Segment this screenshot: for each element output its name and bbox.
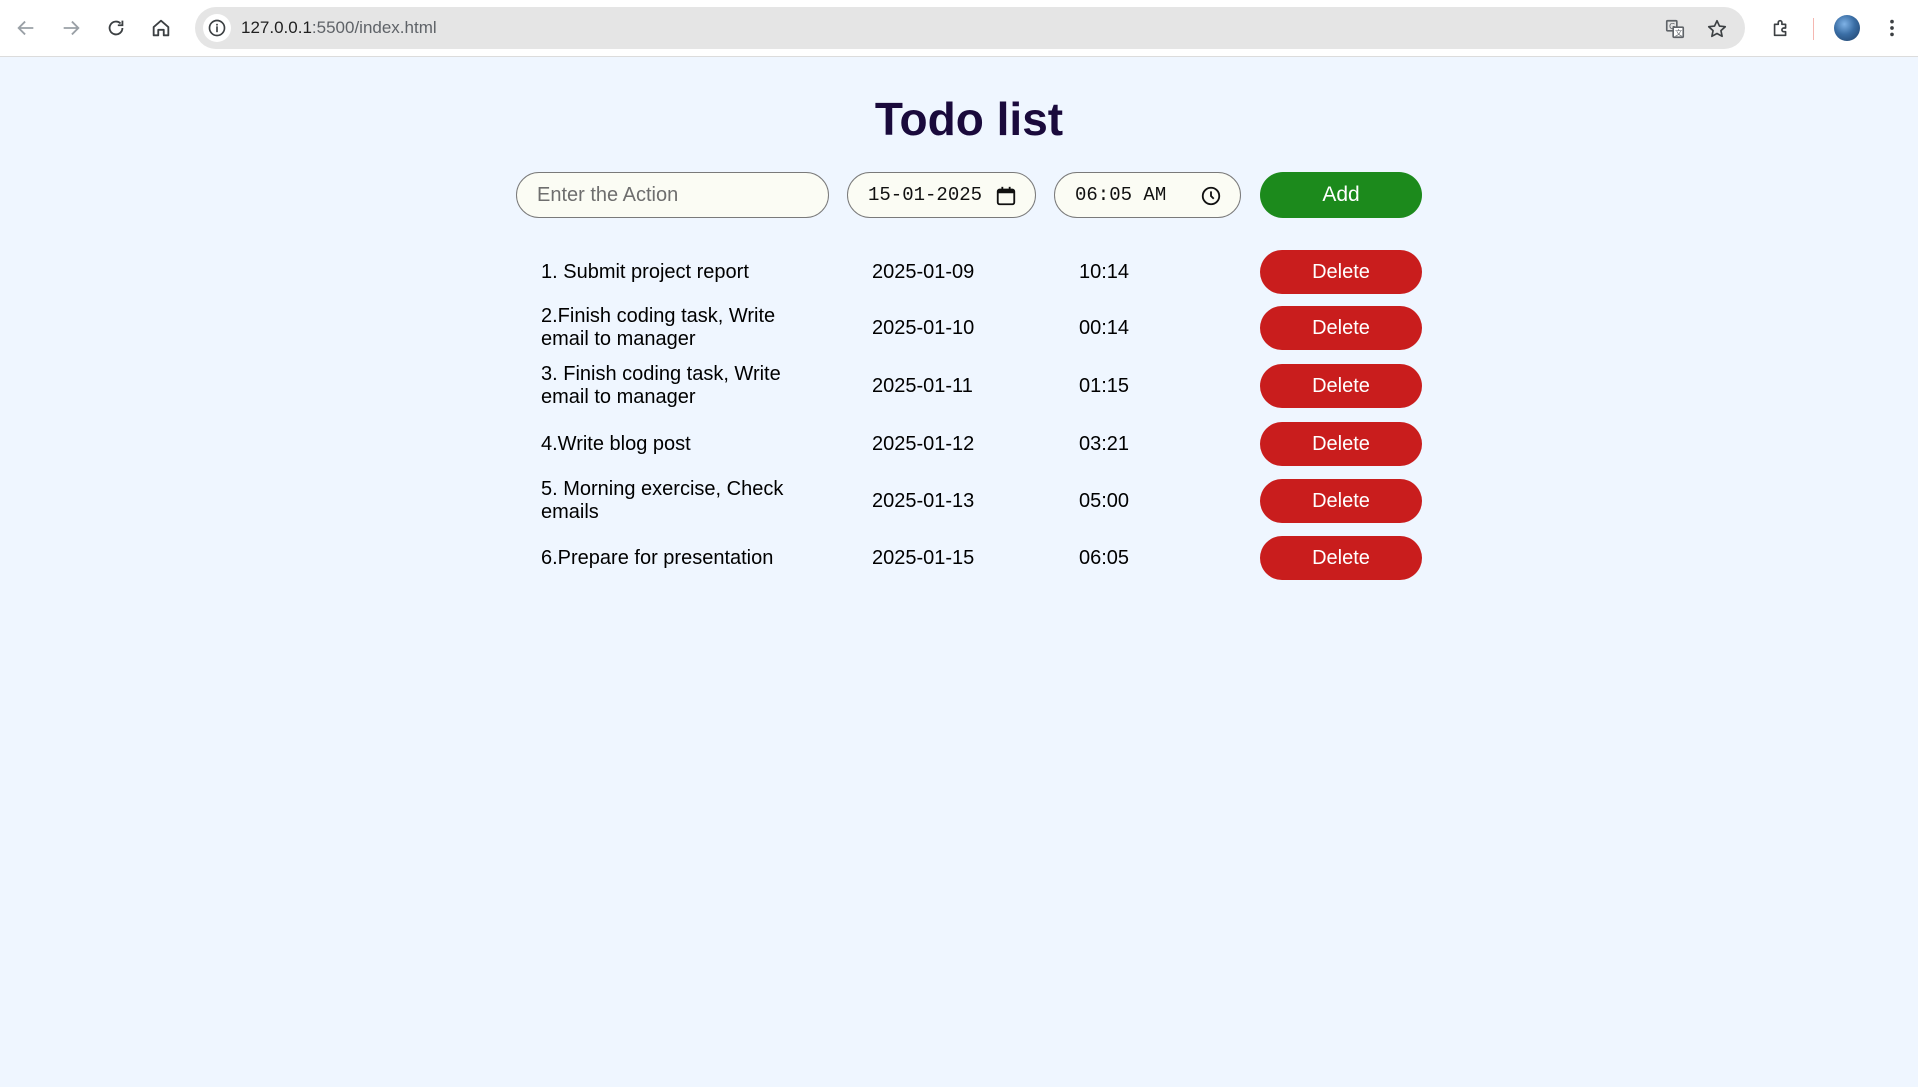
clock-icon[interactable] (1200, 185, 1222, 207)
delete-button[interactable]: Delete (1260, 250, 1422, 294)
star-icon[interactable] (1704, 16, 1730, 42)
todo-task-text: 2.Finish coding task, Write email to man… (541, 305, 776, 350)
home-icon[interactable] (145, 12, 177, 44)
address-bar[interactable]: 127.0.0.1:5500/index.html G文 (195, 7, 1745, 49)
todo-date: 2025-01-10 (872, 317, 975, 339)
todo-date: 2025-01-12 (872, 433, 975, 455)
browser-toolbar: 127.0.0.1:5500/index.html G文 (0, 0, 1918, 57)
todo-task-text: 4.Write blog post (541, 433, 691, 455)
url-path: :5500/index.html (311, 18, 437, 37)
todo-time: 06:05 (1079, 547, 1130, 569)
todo-row: 1. Submit project report 2025-01-09 10:14 D… (541, 250, 1423, 296)
date-input-value: 15-01-2025 (868, 184, 983, 206)
time-input[interactable]: 06:05 AM (1054, 172, 1241, 218)
todo-row: 3. Finish coding task, Write email to ma… (541, 363, 1423, 410)
back-arrow-icon[interactable] (10, 12, 42, 44)
calendar-icon[interactable] (995, 185, 1017, 207)
todo-date: 2025-01-09 (872, 261, 975, 283)
puzzle-icon[interactable] (1765, 12, 1797, 44)
delete-button[interactable]: Delete (1260, 364, 1422, 408)
task-input[interactable]: Enter the Action (516, 172, 829, 218)
time-input-value: 06:05 AM (1075, 184, 1167, 206)
todo-task-text: 1. Submit project report (541, 261, 749, 283)
date-input[interactable]: 15-01-2025 (847, 172, 1036, 218)
svg-text:文: 文 (1675, 28, 1683, 37)
todo-date: 2025-01-13 (872, 490, 975, 512)
info-icon[interactable] (203, 14, 231, 42)
delete-button[interactable]: Delete (1260, 479, 1422, 523)
todo-time: 00:14 (1079, 317, 1130, 339)
add-button[interactable]: Add (1260, 172, 1422, 218)
todo-time: 05:00 (1079, 490, 1130, 512)
todo-time: 03:21 (1079, 433, 1130, 455)
todo-row: 2.Finish coding task, Write email to man… (541, 305, 1423, 352)
url-text: 127.0.0.1:5500/index.html (241, 18, 437, 38)
todo-row: 6.Prepare for presentation 2025-01-15 06:0… (541, 536, 1423, 582)
todo-task-text: 5. Morning exercise, Check emails (541, 478, 784, 523)
delete-button[interactable]: Delete (1260, 536, 1422, 580)
todo-time: 10:14 (1079, 261, 1130, 283)
todo-date: 2025-01-15 (872, 547, 975, 569)
todo-row: 5. Morning exercise, Check emails 2025-01… (541, 478, 1423, 525)
task-input-placeholder: Enter the Action (537, 183, 679, 206)
delete-button[interactable]: Delete (1260, 422, 1422, 466)
url-host: 127.0.0.1 (241, 18, 312, 37)
page-title: Todo list (874, 93, 1064, 145)
todo-time: 01:15 (1079, 375, 1130, 397)
todo-task-text: 3. Finish coding task, Write email to ma… (541, 363, 781, 408)
forward-arrow-icon[interactable] (55, 12, 87, 44)
reload-icon[interactable] (100, 12, 132, 44)
translate-icon[interactable]: G文 (1662, 16, 1688, 42)
delete-button[interactable]: Delete (1260, 306, 1422, 350)
todo-row: 4.Write blog post 2025-01-12 03:21 Delete (541, 422, 1423, 468)
kebab-menu-icon[interactable] (1876, 12, 1908, 44)
profile-avatar[interactable] (1834, 15, 1860, 41)
todo-date: 2025-01-11 (872, 375, 973, 397)
toolbar-divider (1813, 18, 1814, 40)
todo-task-text: 6.Prepare for presentation (541, 547, 774, 569)
